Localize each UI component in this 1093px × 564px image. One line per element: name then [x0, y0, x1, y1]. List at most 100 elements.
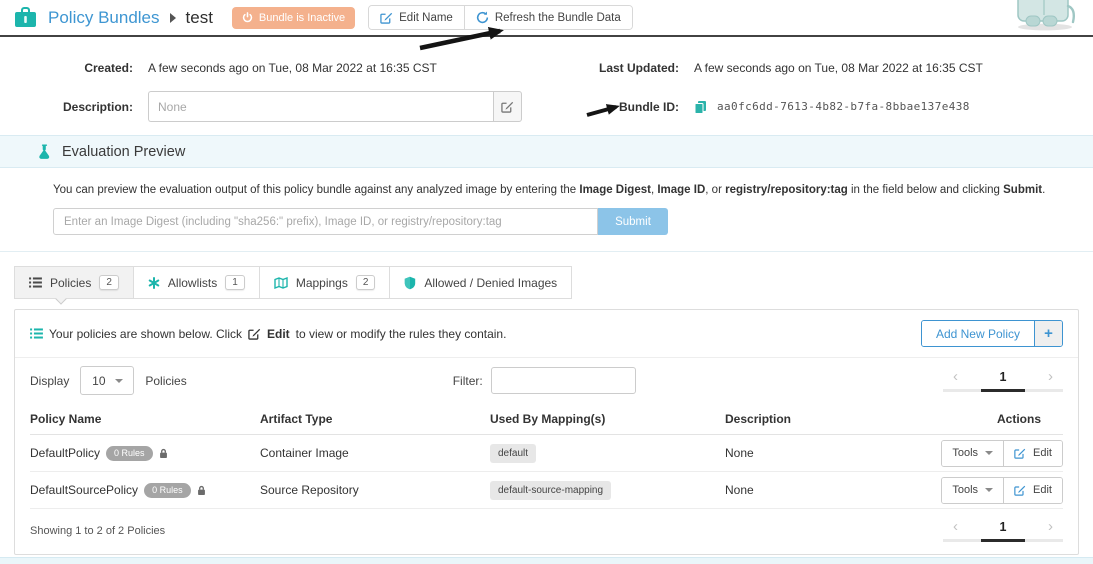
note-edit-word: Edit [267, 327, 290, 341]
display-label: Display [30, 374, 69, 388]
filter-label: Filter: [453, 374, 483, 388]
bundle-id-label: Bundle ID: [546, 100, 679, 114]
submit-button[interactable]: Submit [598, 208, 668, 235]
artifact-type: Container Image [260, 446, 490, 460]
description-input-group [148, 91, 522, 122]
page-title[interactable]: Policy Bundles [48, 8, 160, 28]
policy-description: None [725, 483, 940, 497]
header: Policy Bundles test Bundle is Inactive E… [0, 0, 1093, 37]
col-artifact-type: Artifact Type [260, 412, 490, 426]
briefcase-icon [14, 7, 37, 28]
pencil-square-icon [1014, 447, 1026, 459]
policy-name: DefaultPolicy [30, 446, 100, 460]
pagination-track [943, 389, 1063, 392]
policies-note: Your policies are shown below. Click Edi… [30, 327, 506, 341]
evaluation-input-row: Submit [53, 208, 1093, 235]
edit-policy-button[interactable]: Edit [1003, 441, 1062, 466]
evaluation-preview-header: Evaluation Preview [0, 135, 1093, 168]
pencil-square-icon [380, 11, 393, 24]
page-size-value: 10 [92, 374, 105, 388]
pencil-square-icon-dark [248, 327, 261, 340]
mapping-badge: default-source-mapping [490, 481, 611, 500]
bottom-section-band [0, 557, 1093, 564]
lock-icon [159, 448, 168, 459]
prev-page-icon[interactable]: ‹ [953, 369, 958, 384]
status-badge: Bundle is Inactive [232, 7, 355, 29]
created-label: Created: [0, 61, 133, 75]
active-tab-notch [55, 293, 66, 304]
image-digest-input[interactable] [53, 208, 598, 235]
pagination-indicator [981, 539, 1025, 542]
section-divider [0, 251, 1093, 252]
description-input[interactable] [148, 91, 493, 122]
table-row: DefaultSourcePolicy 0 Rules Source Repos… [30, 472, 1063, 509]
last-updated-row: Last Updated: A few seconds ago on Tue, … [546, 51, 1093, 84]
refresh-bundle-button[interactable]: Refresh the Bundle Data [464, 6, 632, 29]
tools-dropdown-button[interactable]: Tools [942, 478, 1003, 503]
col-policy-name: Policy Name [30, 412, 260, 426]
pagination-top: ‹ 1 › [943, 369, 1063, 392]
note-post: to view or modify the rules they contain… [296, 327, 507, 341]
add-new-policy-button[interactable]: Add New Policy + [921, 320, 1063, 347]
tab-allowlists-label: Allowlists [168, 276, 217, 290]
tab-mappings[interactable]: Mappings 2 [260, 266, 391, 299]
display-group: Display 10 Policies [30, 366, 187, 395]
tab-allowed-denied-images[interactable]: Allowed / Denied Images [390, 266, 572, 299]
policies-table: Policy Name Artifact Type Used By Mappin… [15, 403, 1078, 509]
mapping-badge: default [490, 444, 536, 463]
next-page-icon[interactable]: › [1048, 519, 1053, 534]
panel-footer: Showing 1 to 2 of 2 Policies ‹ 1 › [15, 509, 1078, 554]
col-actions: Actions [940, 412, 1063, 426]
panel-header: Your policies are shown below. Click Edi… [15, 310, 1078, 358]
policy-name: DefaultSourcePolicy [30, 483, 138, 497]
tab-allowlists-count: 1 [225, 275, 245, 290]
pagination-track [943, 539, 1063, 542]
description-label: Description: [0, 100, 133, 114]
map-icon [274, 277, 288, 289]
pencil-square-icon [1014, 484, 1026, 496]
list-icon [29, 277, 42, 288]
col-used-by-mapping: Used By Mapping(s) [490, 412, 725, 426]
tab-mappings-label: Mappings [296, 276, 348, 290]
created-value: A few seconds ago on Tue, 08 Mar 2022 at… [148, 61, 437, 75]
tab-policies-count: 2 [99, 275, 119, 290]
note-pre: Your policies are shown below. Click [49, 327, 242, 341]
asterisk-icon [148, 277, 160, 289]
pagination-indicator [981, 389, 1025, 392]
tab-mappings-count: 2 [356, 275, 376, 290]
tab-allowlists[interactable]: Allowlists 1 [134, 266, 260, 299]
current-page-number[interactable]: 1 [1000, 520, 1007, 534]
row-actions-group: Tools Edit [941, 440, 1063, 467]
breadcrumb-caret-icon [170, 13, 176, 23]
showing-summary: Showing 1 to 2 of 2 Policies [30, 525, 165, 537]
page-size-select[interactable]: 10 [80, 366, 134, 395]
policy-description: None [725, 446, 940, 460]
header-button-group: Edit Name Refresh the Bundle Data [368, 5, 633, 30]
bundle-id-row: Bundle ID: aa0fc6dd-7613-4b82-b7fa-8bbae… [546, 90, 1093, 123]
mascot-illustration [1015, 0, 1079, 31]
pagination-bottom: ‹ 1 › [943, 519, 1063, 542]
status-badge-label: Bundle is Inactive [259, 12, 345, 24]
tab-policies[interactable]: Policies 2 [14, 266, 134, 299]
created-row: Created: A few seconds ago on Tue, 08 Ma… [0, 51, 546, 84]
bundle-name: test [186, 8, 213, 28]
evaluation-preview-title: Evaluation Preview [62, 144, 185, 160]
list-icon-teal [30, 328, 43, 339]
edit-name-button[interactable]: Edit Name [369, 6, 464, 29]
table-controls: Display 10 Policies Filter: ‹ 1 › [15, 358, 1078, 403]
current-page-number[interactable]: 1 [1000, 370, 1007, 384]
filter-input[interactable] [491, 367, 636, 394]
plus-icon: + [1034, 321, 1062, 346]
filter-group: Filter: [453, 367, 636, 394]
bundle-tabs: Policies 2 Allowlists 1 Mappings 2 Allow… [14, 266, 1093, 299]
prev-page-icon[interactable]: ‹ [953, 519, 958, 534]
row-actions-group: Tools Edit [941, 477, 1063, 504]
edit-policy-button[interactable]: Edit [1003, 478, 1062, 503]
copy-icon[interactable] [694, 100, 707, 114]
tools-dropdown-button[interactable]: Tools [942, 441, 1003, 466]
shield-icon [404, 276, 416, 290]
next-page-icon[interactable]: › [1048, 369, 1053, 384]
table-header-row: Policy Name Artifact Type Used By Mappin… [30, 403, 1063, 435]
last-updated-value: A few seconds ago on Tue, 08 Mar 2022 at… [694, 61, 983, 75]
description-edit-button[interactable] [493, 91, 522, 122]
